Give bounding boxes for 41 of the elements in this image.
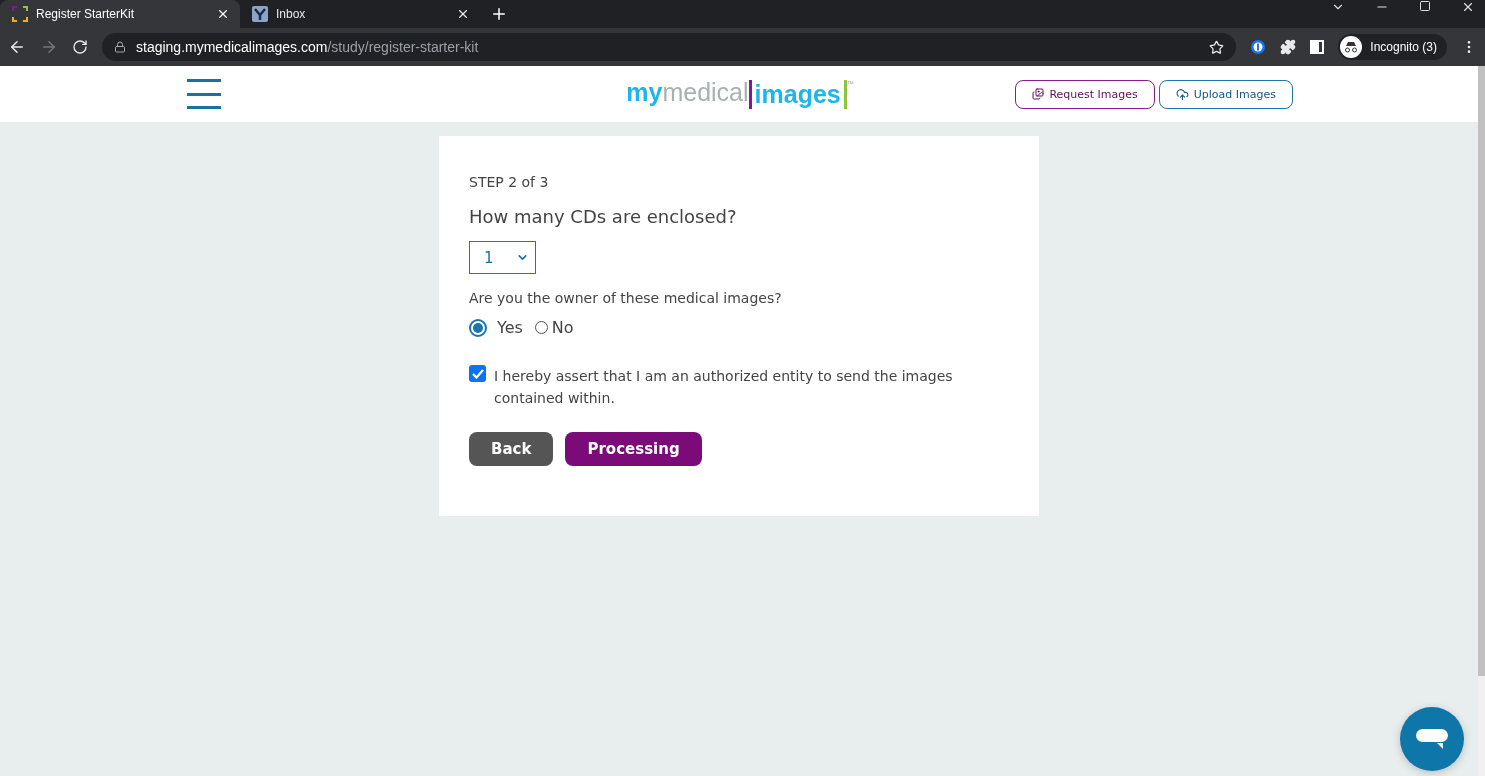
cd-count-select[interactable]: 1 bbox=[469, 241, 536, 274]
back-button[interactable]: Back bbox=[469, 432, 554, 466]
star-icon[interactable] bbox=[1209, 39, 1225, 55]
browser-tab[interactable]: Inbox bbox=[240, 0, 480, 28]
letter-y-icon bbox=[252, 6, 268, 22]
consent-text: I hereby assert that I am an authorized entity to send the images contained within. bbox=[494, 367, 954, 408]
owner-question: Are you the owner of these medical images? bbox=[469, 290, 783, 306]
address-bar[interactable]: staging.mymedicalimages.com/study/register-starter-kit bbox=[102, 33, 1237, 61]
maximize-icon[interactable] bbox=[1419, 0, 1431, 12]
radio-button[interactable] bbox=[469, 318, 487, 337]
extensions-icon[interactable] bbox=[1280, 39, 1297, 55]
submit-button[interactable]: Processing bbox=[565, 432, 702, 466]
step-label: STEP 2 of 3 bbox=[469, 174, 550, 190]
reload-icon[interactable] bbox=[72, 39, 88, 55]
url-domain: staging.mymedicalimages.com bbox=[136, 39, 328, 55]
question: How many CDs are enclosed? bbox=[469, 206, 738, 227]
checkbox[interactable] bbox=[469, 365, 486, 382]
close-icon[interactable] bbox=[216, 7, 230, 21]
browser-tab[interactable]: Register StarterKit bbox=[0, 0, 240, 28]
chat-bubble-icon bbox=[1415, 727, 1449, 751]
menu-button[interactable] bbox=[187, 79, 221, 109]
new-tab-icon[interactable] bbox=[490, 5, 508, 23]
cloud-upload-icon bbox=[1175, 87, 1189, 101]
radio-label: Yes bbox=[497, 318, 523, 337]
password-manager-icon[interactable] bbox=[1250, 39, 1267, 55]
images-icon bbox=[1032, 88, 1045, 100]
forward-icon[interactable] bbox=[40, 38, 58, 56]
side-panel-icon[interactable] bbox=[1310, 40, 1325, 54]
url-path: /study/register-starter-kit bbox=[327, 39, 480, 55]
brackets-icon bbox=[12, 6, 28, 22]
profile-button[interactable]: Incognito (3) bbox=[1338, 34, 1447, 60]
upload-images-button[interactable]: Upload Images bbox=[1158, 79, 1293, 109]
lock-icon bbox=[114, 41, 126, 53]
back-icon[interactable] bbox=[8, 38, 26, 56]
radio-label: No bbox=[551, 318, 574, 337]
incognito-icon bbox=[1340, 36, 1363, 58]
chat-button[interactable] bbox=[1400, 707, 1464, 771]
request-images-button[interactable]: Request Images bbox=[1015, 79, 1155, 109]
close-icon[interactable] bbox=[456, 7, 470, 21]
close-icon[interactable] bbox=[1461, 0, 1475, 14]
scrollbar[interactable] bbox=[1478, 66, 1485, 776]
